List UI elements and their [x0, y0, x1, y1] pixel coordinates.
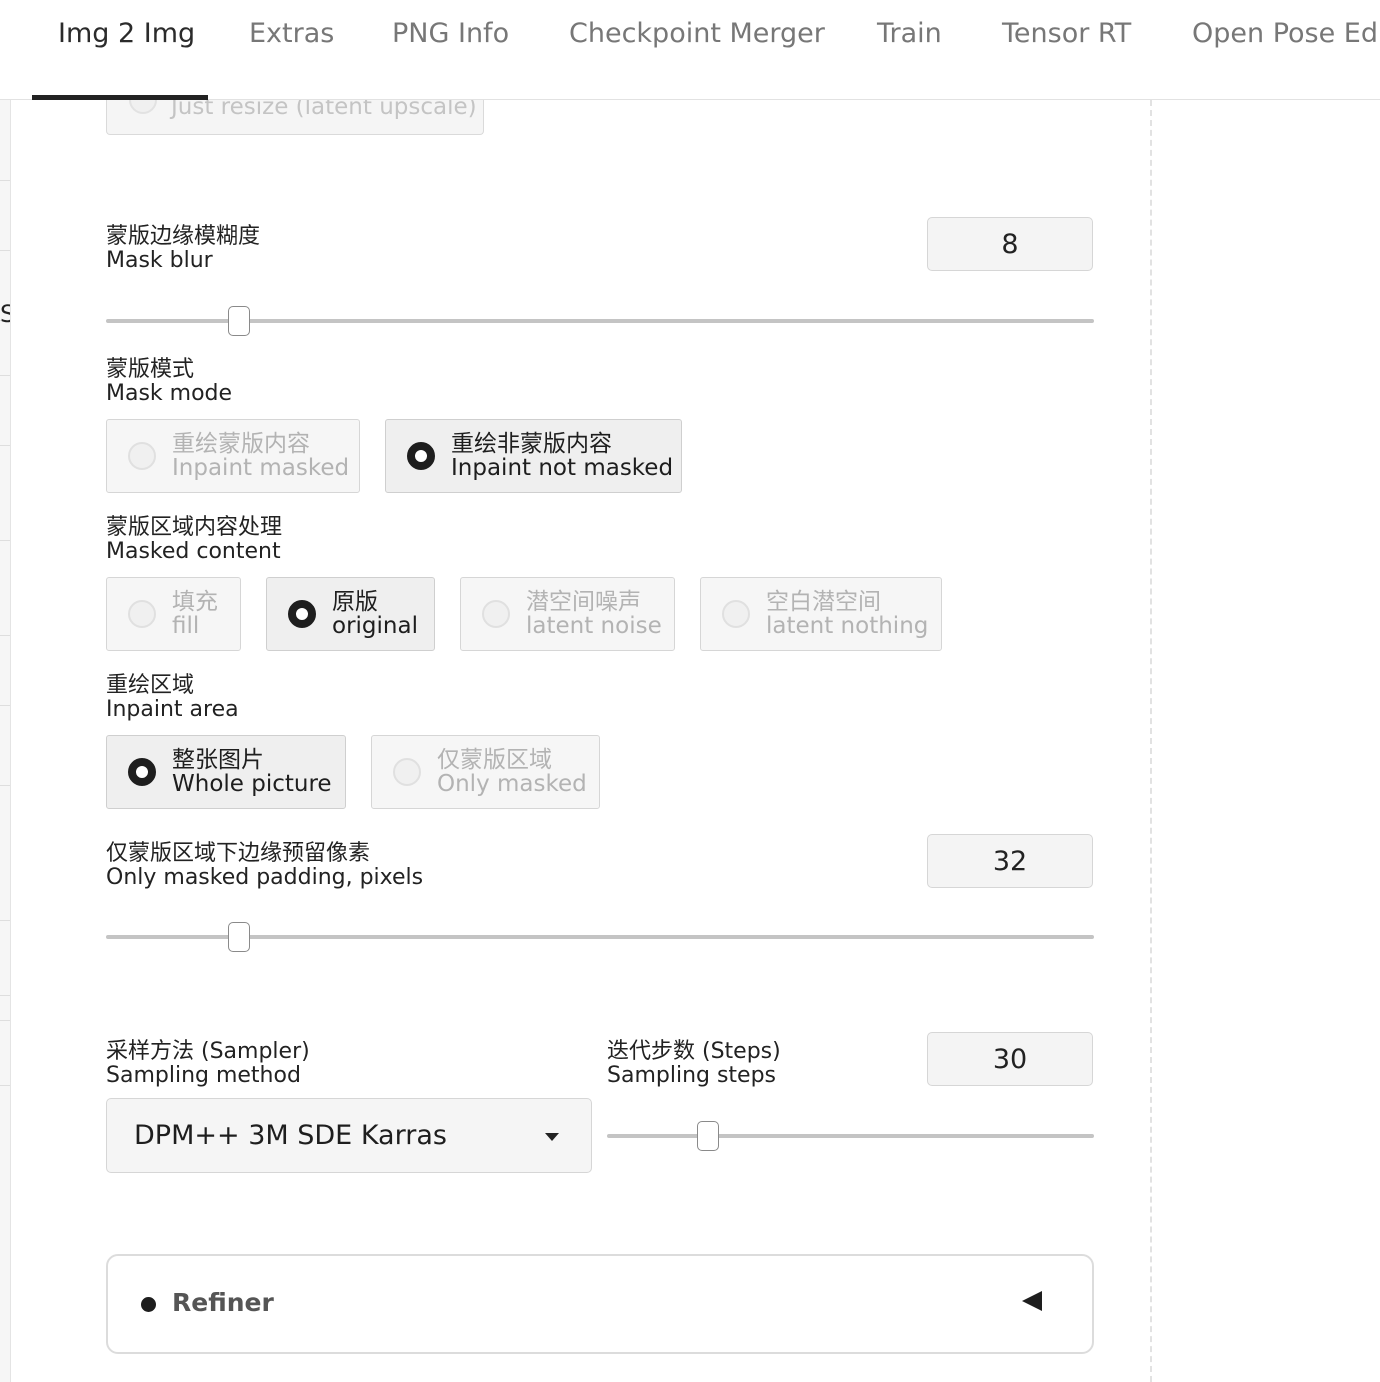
chevron-down-icon: [545, 1133, 559, 1141]
sampler-dropdown[interactable]: DPM++ 3M SDE Karras: [106, 1098, 592, 1173]
steps-input[interactable]: 30: [927, 1032, 1093, 1086]
mask-mode-inpaint-not-masked[interactable]: 重绘非蒙版内容 Inpaint not masked: [385, 419, 682, 493]
bullet-icon: [141, 1297, 156, 1312]
collapse-arrow-icon[interactable]: [1022, 1291, 1042, 1311]
masked-content-fill[interactable]: 填充 fill: [106, 577, 241, 651]
masked-content-original[interactable]: 原版 original: [266, 577, 435, 651]
radio-icon: [129, 100, 157, 114]
padding-label: 仅蒙版区域下边缘预留像素 Only masked padding, pixels: [106, 841, 424, 890]
tab-open-pose-edit[interactable]: Open Pose Edit: [1192, 18, 1380, 49]
left-panel-clipped-text: S(: [0, 300, 10, 328]
tab-bar: Img 2 Img Extras PNG Info Checkpoint Mer…: [0, 0, 1380, 100]
tab-checkpoint-merger[interactable]: Checkpoint Merger: [569, 18, 825, 49]
radio-unselected-icon: [128, 442, 156, 470]
mask-mode-label: 蒙版模式 Mask mode: [106, 357, 233, 406]
mask-blur-slider-track[interactable]: [106, 319, 1094, 323]
tab-train[interactable]: Train: [877, 18, 942, 49]
masked-content-latent-nothing[interactable]: 空白潜空间 latent nothing: [700, 577, 942, 651]
radio-unselected-icon: [482, 600, 510, 628]
steps-label: 迭代步数 (Steps) Sampling steps: [607, 1039, 781, 1088]
inpaint-area-label: 重绘区域 Inpaint area: [106, 673, 239, 722]
sampler-label: 采样方法 (Sampler) Sampling method: [106, 1039, 310, 1088]
padding-input[interactable]: 32: [927, 834, 1093, 888]
masked-content-label: 蒙版区域内容处理 Masked content: [106, 515, 283, 564]
left-panel-edge: [0, 100, 11, 1382]
masked-content-latent-noise[interactable]: 潜空间噪声 latent noise: [460, 577, 675, 651]
panel-divider: [1150, 100, 1152, 1382]
mask-blur-slider-thumb[interactable]: [228, 306, 250, 336]
inpaint-area-only-masked[interactable]: 仅蒙版区域 Only masked: [371, 735, 600, 809]
radio-selected-icon: [288, 600, 316, 628]
padding-slider-track[interactable]: [106, 935, 1094, 939]
radio-unselected-icon: [722, 600, 750, 628]
radio-unselected-icon: [393, 758, 421, 786]
radio-selected-icon: [128, 758, 156, 786]
padding-slider-thumb[interactable]: [228, 922, 250, 952]
resize-mode-option-latent-upscale[interactable]: Just resize (latent upscale): [106, 100, 484, 135]
sampler-selected-value: DPM++ 3M SDE Karras: [134, 1120, 447, 1151]
tab-png-info[interactable]: PNG Info: [392, 18, 509, 49]
tab-extras[interactable]: Extras: [249, 18, 334, 49]
tab-tensor-rt[interactable]: Tensor RT: [1002, 18, 1131, 49]
mask-mode-inpaint-masked[interactable]: 重绘蒙版内容 Inpaint masked: [106, 419, 360, 493]
refiner-title: Refiner: [172, 1288, 274, 1317]
steps-slider-thumb[interactable]: [697, 1121, 719, 1151]
inpaint-area-whole-picture[interactable]: 整张图片 Whole picture: [106, 735, 346, 809]
mask-blur-input[interactable]: 8: [927, 217, 1093, 271]
refiner-accordion[interactable]: Refiner: [106, 1254, 1094, 1354]
tab-img2img[interactable]: Img 2 Img: [58, 18, 195, 49]
radio-unselected-icon: [128, 600, 156, 628]
steps-slider-track[interactable]: [607, 1134, 1094, 1138]
mask-blur-label: 蒙版边缘模糊度 Mask blur: [106, 224, 261, 273]
radio-selected-icon: [407, 442, 435, 470]
